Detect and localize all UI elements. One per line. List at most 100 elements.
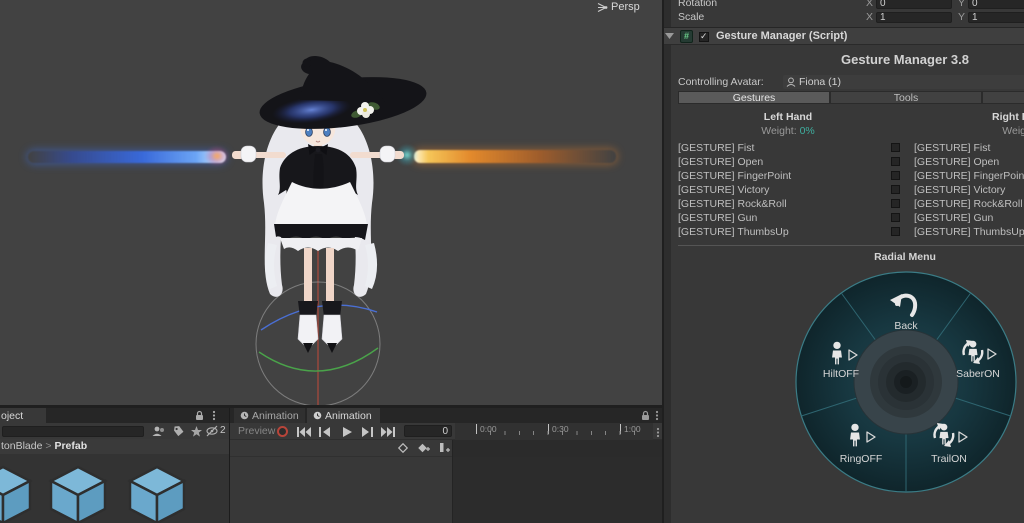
project-tab-label: oject	[1, 409, 24, 422]
tab-gestures[interactable]: Gestures	[678, 91, 830, 104]
controlling-avatar-value: Fiona (1)	[799, 75, 842, 88]
play-button[interactable]	[341, 427, 352, 437]
tab-tools[interactable]: Tools	[830, 91, 982, 104]
kebab-menu-icon[interactable]	[655, 410, 659, 421]
clock-icon	[313, 411, 322, 420]
gesture-checkbox[interactable]	[891, 213, 900, 222]
lock-icon[interactable]	[195, 410, 204, 421]
animation-splitter[interactable]	[452, 440, 453, 523]
tab-project[interactable]: oject	[0, 408, 46, 423]
right-hand-weight: Weight:	[910, 125, 1024, 137]
goto-start-button[interactable]	[297, 427, 311, 437]
dopesheet-header	[453, 440, 663, 457]
gesture-checkbox[interactable]	[891, 157, 900, 166]
lock-icon[interactable]	[641, 410, 650, 421]
record-button[interactable]	[277, 426, 288, 437]
gesture-row: [GESTURE] ThumbsUp	[678, 226, 789, 238]
radial-item-label: HiltOFF	[823, 368, 859, 380]
gesture-manager-title: Gesture Manager 3.8	[841, 52, 969, 67]
add-event-button[interactable]	[437, 442, 451, 454]
left-hand-title: Left Hand	[763, 111, 813, 123]
right-hand-title: Right Hand	[992, 111, 1024, 123]
scale-y-field[interactable]	[968, 12, 1024, 23]
prefab-cube-icon[interactable]	[47, 461, 109, 523]
gesture-checkbox[interactable]	[891, 227, 900, 236]
rotation-x-label: X	[866, 0, 874, 9]
eye-slash-icon	[206, 425, 218, 437]
section-divider	[678, 245, 1024, 246]
weight-label: Weight:	[761, 125, 797, 137]
collab-icon[interactable]	[151, 425, 165, 438]
scene-gizmo-persp[interactable]: Persp	[596, 1, 640, 14]
hidden-count: 2	[220, 425, 226, 436]
gesture-row: [GESTURE] FingerPoint	[914, 170, 1024, 182]
keyframe-diamond-icon[interactable]	[397, 442, 409, 454]
radial-menu-wheel[interactable]: Back HiltOFF SaberON RingOFF TrailON	[794, 270, 1018, 494]
scene-viewport[interactable]: Persp	[0, 0, 663, 408]
rotation-x-field[interactable]	[876, 0, 952, 9]
gesture-row: [GESTURE] Rock&Roll	[914, 198, 1023, 210]
gesture-row: [GESTURE] ThumbsUp	[914, 226, 1024, 238]
project-search-input[interactable]	[2, 426, 144, 437]
gesture-checkbox[interactable]	[891, 185, 900, 194]
component-title: Gesture Manager (Script)	[716, 30, 848, 42]
animation-tab-label: Animation	[325, 409, 372, 422]
prev-key-button[interactable]	[319, 427, 331, 437]
prefab-cube-icon[interactable]	[126, 461, 188, 523]
star-icon[interactable]	[190, 425, 203, 438]
prefab-cube-icon[interactable]	[0, 461, 34, 523]
gesture-checkbox[interactable]	[891, 199, 900, 208]
ruler-label: 0:30	[552, 424, 569, 434]
controlling-avatar-field[interactable]: Fiona (1)	[783, 75, 1024, 89]
rotation-label: Rotation	[678, 0, 718, 9]
blue-saber-beam	[28, 151, 226, 163]
kebab-menu-icon[interactable]	[656, 427, 660, 438]
tab-third-clipped[interactable]	[982, 91, 1024, 104]
tab-animation-2[interactable]: Animation	[307, 408, 380, 423]
dopesheet-area[interactable]	[453, 457, 663, 523]
foldout-arrow-icon[interactable]	[665, 33, 674, 39]
breadcrumb: tonBlade > Prefab	[1, 440, 87, 453]
gesture-row: [GESTURE] Victory	[914, 184, 1006, 196]
gesture-checkbox[interactable]	[891, 143, 900, 152]
rotation-y-field[interactable]	[968, 0, 1024, 9]
axis-gizmo-icon	[597, 3, 608, 12]
kebab-menu-icon[interactable]	[212, 410, 216, 421]
hidden-count-toggle[interactable]: 2	[206, 424, 226, 437]
add-keyframe-button[interactable]	[417, 442, 431, 454]
scale-x-label: X	[866, 11, 874, 23]
scale-label: Scale	[678, 11, 705, 23]
left-hand-weight: Weight: 0%	[678, 125, 898, 137]
gesture-row: [GESTURE] Victory	[678, 184, 770, 196]
breadcrumb-separator: >	[45, 440, 52, 452]
radial-item-label: TrailON	[931, 453, 967, 465]
scale-x-field[interactable]	[876, 12, 952, 23]
tag-icon[interactable]	[172, 425, 185, 438]
gesture-row: [GESTURE] Open	[678, 156, 764, 168]
wheel-center-hub[interactable]	[853, 329, 959, 435]
goto-end-button[interactable]	[381, 427, 395, 437]
script-icon: #	[680, 30, 693, 43]
gesture-row: [GESTURE] Fist	[678, 142, 755, 154]
clock-icon	[240, 411, 249, 420]
gesture-checkbox[interactable]	[891, 171, 900, 180]
ruler-label: 0:00	[480, 424, 497, 434]
breadcrumb-parent[interactable]: tonBlade	[1, 440, 42, 452]
gesture-row: [GESTURE] Fist	[914, 142, 991, 154]
persp-label: Persp	[611, 1, 640, 13]
component-enabled-checkbox[interactable]	[699, 31, 709, 42]
avatar-icon	[786, 77, 796, 87]
project-content[interactable]	[0, 454, 229, 523]
radial-item-label: SaberON	[956, 368, 1000, 380]
breadcrumb-current: Prefab	[54, 440, 88, 452]
radial-item-label: Back	[894, 320, 918, 332]
animation-property-area[interactable]	[230, 457, 453, 523]
radial-menu-title: Radial Menu	[874, 251, 936, 263]
ruler-major-tick	[476, 424, 477, 434]
frame-field[interactable]	[404, 425, 452, 437]
next-key-button[interactable]	[361, 427, 373, 437]
preview-button[interactable]: Preview	[238, 425, 275, 438]
tab-animation-1[interactable]: Animation	[234, 408, 305, 423]
weight-value: 0%	[799, 125, 815, 137]
radial-item-label: RingOFF	[840, 453, 883, 465]
